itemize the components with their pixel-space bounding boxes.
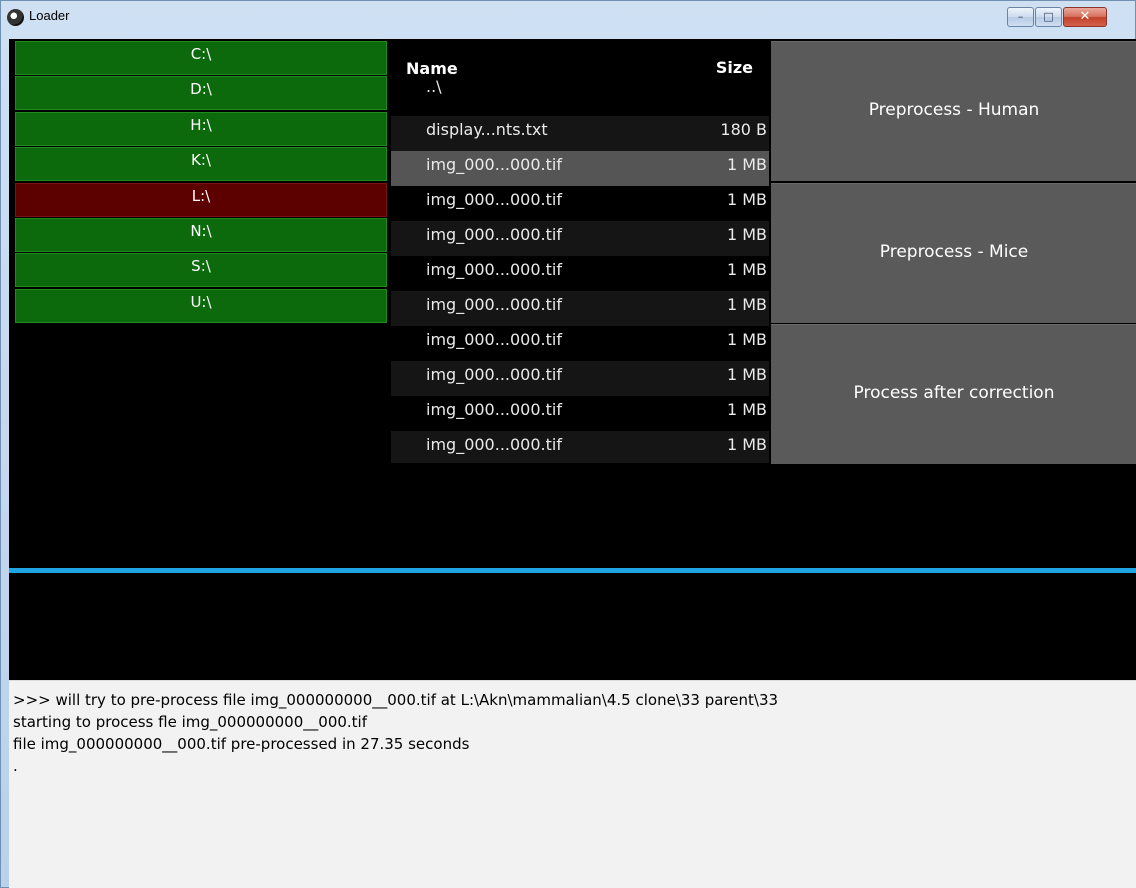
file-size: 1 MB (726, 155, 767, 174)
preprocess-mice-button[interactable]: Preprocess - Mice (771, 182, 1136, 323)
file-size: 180 B (720, 120, 767, 139)
log-line: file img_000000000__000.tif pre-processe… (13, 735, 470, 753)
file-name: img_000...000.tif (426, 400, 562, 419)
file-row[interactable]: img_000...000.tif 1 MB (391, 326, 769, 361)
drive-button-l[interactable]: L:\ (15, 182, 387, 217)
file-row[interactable]: img_000...000.tif 1 MB (391, 221, 769, 256)
preprocess-human-button[interactable]: Preprocess - Human (771, 41, 1136, 181)
file-size: 1 MB (726, 435, 767, 454)
drive-button-k[interactable]: K:\ (15, 147, 387, 182)
file-name: ..\ (426, 77, 442, 96)
file-list[interactable]: Name Size ..\ display...nts.txt 180 B im… (391, 41, 769, 463)
file-size: 1 MB (726, 400, 767, 419)
window-title: Loader (29, 8, 70, 23)
maximize-button[interactable]: □ (1035, 7, 1062, 27)
file-size: 1 MB (726, 330, 767, 349)
file-list-header: Name Size (391, 41, 769, 81)
file-name: img_000...000.tif (426, 365, 562, 384)
file-name: img_000...000.tif (426, 225, 562, 244)
app-window: Loader – □ ✕ C:\ D:\ H:\ K:\ L:\ N:\ S:\… (0, 0, 1136, 888)
file-name: display...nts.txt (426, 120, 548, 139)
close-icon: ✕ (1079, 9, 1091, 24)
minimize-button[interactable]: – (1007, 7, 1034, 27)
file-row-selected[interactable]: img_000...000.tif 1 MB (391, 151, 769, 186)
title-bar[interactable]: Loader – □ ✕ (1, 1, 1135, 39)
app-icon (7, 9, 24, 26)
file-size: 1 MB (726, 295, 767, 314)
column-header-size[interactable]: Size (716, 58, 753, 77)
file-row[interactable]: img_000...000.tif 1 MB (391, 361, 769, 396)
file-name: img_000...000.tif (426, 435, 562, 454)
drive-button-d[interactable]: D:\ (15, 76, 387, 111)
log-line: >>> will try to pre-process file img_000… (13, 691, 779, 709)
file-name: img_000...000.tif (426, 190, 562, 209)
drive-button-n[interactable]: N:\ (15, 217, 387, 252)
file-row[interactable]: display...nts.txt 180 B (391, 116, 769, 151)
drive-list: C:\ D:\ H:\ K:\ L:\ N:\ S:\ U:\ (15, 41, 387, 324)
client-area: C:\ D:\ H:\ K:\ L:\ N:\ S:\ U:\ Name Siz… (9, 39, 1136, 888)
file-row[interactable]: img_000...000.tif 1 MB (391, 186, 769, 221)
process-after-correction-button[interactable]: Process after correction (771, 324, 1136, 464)
log-output: >>> will try to pre-process file img_000… (9, 680, 1136, 888)
file-row[interactable]: img_000...000.tif 1 MB (391, 431, 769, 463)
splitter-bar[interactable] (9, 568, 1136, 573)
file-name: img_000...000.tif (426, 295, 562, 314)
drive-button-u[interactable]: U:\ (15, 288, 387, 323)
file-name: img_000...000.tif (426, 260, 562, 279)
file-name: img_000...000.tif (426, 330, 562, 349)
log-line: starting to process fle img_000000000__0… (13, 713, 368, 731)
drive-button-h[interactable]: H:\ (15, 111, 387, 146)
action-panel: Preprocess - Human Preprocess - Mice Pro… (771, 41, 1136, 466)
file-name: img_000...000.tif (426, 155, 562, 174)
file-size: 1 MB (726, 225, 767, 244)
drive-button-s[interactable]: S:\ (15, 253, 387, 288)
maximize-icon: □ (1043, 10, 1054, 23)
column-header-name[interactable]: Name (406, 59, 458, 78)
file-size: 1 MB (726, 190, 767, 209)
minimize-icon: – (1017, 10, 1024, 23)
drive-button-c[interactable]: C:\ (15, 41, 387, 75)
file-row[interactable]: img_000...000.tif 1 MB (391, 256, 769, 291)
file-size: 1 MB (726, 260, 767, 279)
close-button[interactable]: ✕ (1063, 7, 1107, 27)
parent-directory-row[interactable]: ..\ (391, 77, 769, 116)
file-row[interactable]: img_000...000.tif 1 MB (391, 396, 769, 431)
file-row[interactable]: img_000...000.tif 1 MB (391, 291, 769, 326)
file-size: 1 MB (726, 365, 767, 384)
log-line: . (13, 757, 18, 775)
